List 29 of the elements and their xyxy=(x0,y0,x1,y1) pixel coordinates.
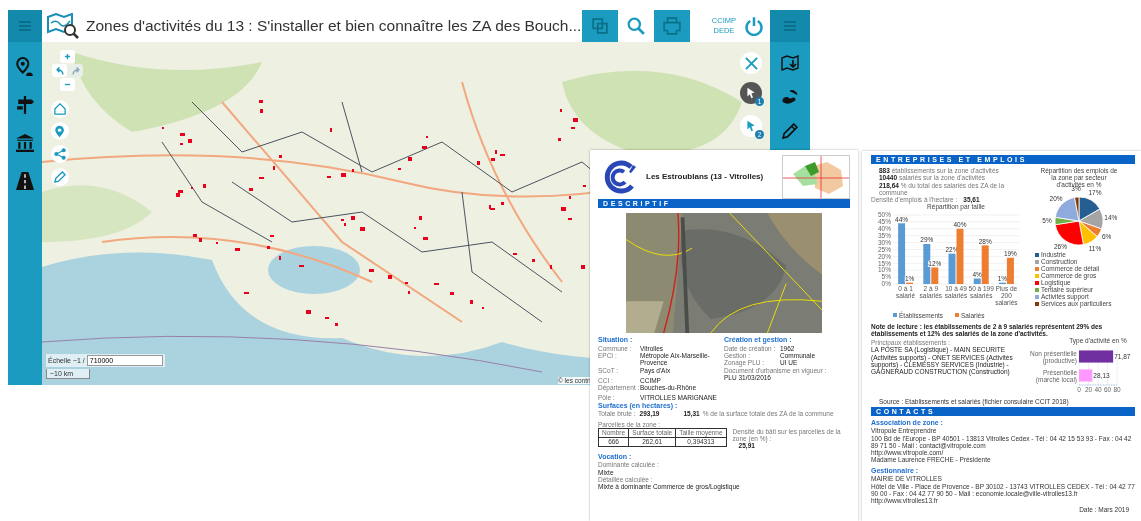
signpost-icon xyxy=(16,96,34,114)
search-icon xyxy=(626,17,645,35)
legend-swatch xyxy=(955,313,959,318)
menu-icon xyxy=(19,20,31,32)
bar xyxy=(1079,350,1114,363)
bank-icon xyxy=(16,134,34,152)
legend-swatch xyxy=(1035,288,1039,292)
logo-icon xyxy=(46,13,80,39)
legend-swatch xyxy=(1035,260,1039,264)
power-icon xyxy=(744,16,764,36)
pencil-icon xyxy=(782,123,798,139)
bar xyxy=(1079,369,1093,382)
legend-swatch xyxy=(1035,274,1039,278)
legend-swatch xyxy=(1035,267,1039,271)
layers-button[interactable] xyxy=(581,10,618,42)
legend-swatch xyxy=(1035,253,1039,257)
print-icon xyxy=(662,17,681,35)
road-icon xyxy=(16,172,34,190)
menu-icon xyxy=(784,20,796,32)
legend-swatch xyxy=(893,313,897,318)
location-person-icon xyxy=(15,57,35,77)
legend-swatch xyxy=(1035,295,1039,299)
layers-icon xyxy=(591,18,608,34)
app-title: Zones d'activités du 13 : S'installer et bien connaître les ZA des Bouch... xyxy=(86,17,582,35)
print-button[interactable] xyxy=(653,10,690,42)
map-arrow-icon xyxy=(781,54,799,72)
legend-swatch xyxy=(1035,281,1039,285)
logout-button[interactable] xyxy=(742,14,766,38)
legend-swatch xyxy=(1035,302,1039,306)
